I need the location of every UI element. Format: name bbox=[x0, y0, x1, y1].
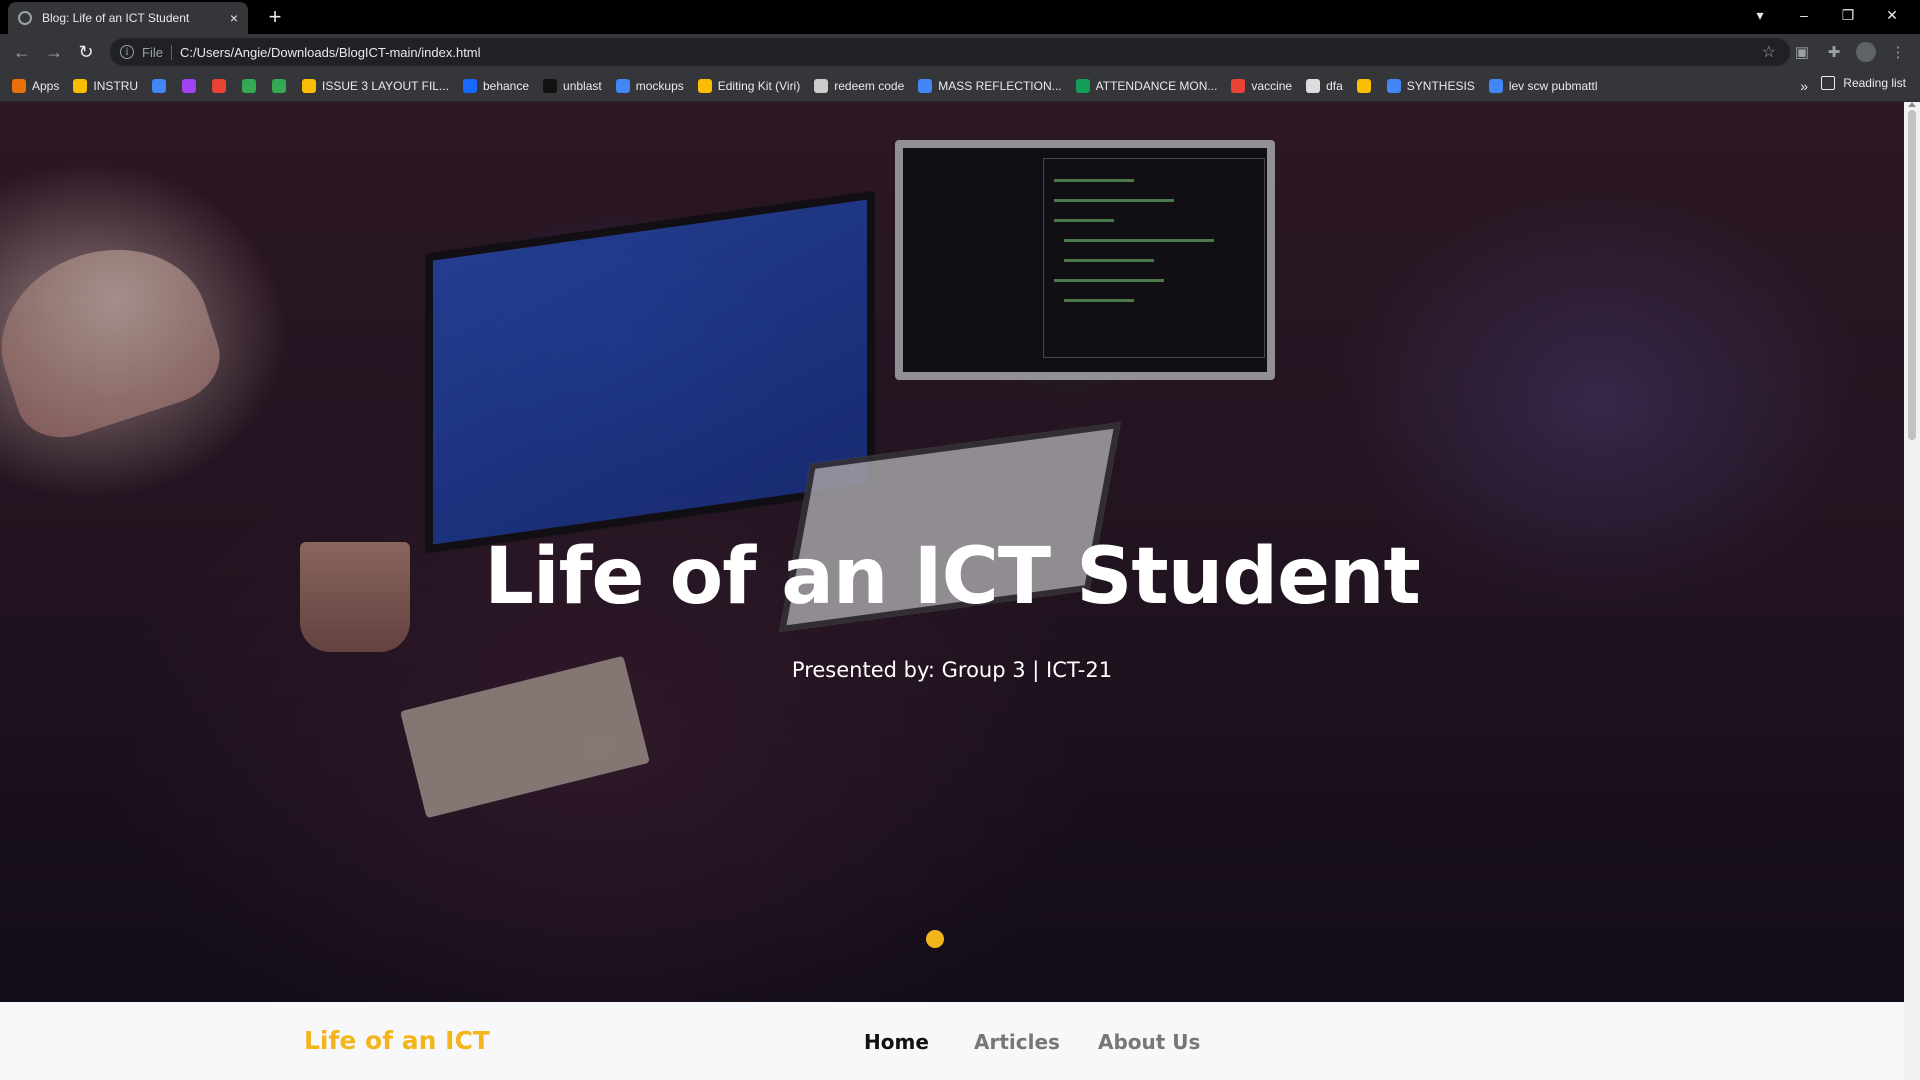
site-brand[interactable]: Life of an ICT bbox=[304, 1026, 490, 1055]
nav-about-us[interactable]: About Us bbox=[1098, 1030, 1200, 1054]
reading-list-button[interactable]: Reading list bbox=[1821, 76, 1906, 90]
close-tab-icon[interactable]: × bbox=[230, 10, 238, 26]
forward-button[interactable]: → bbox=[42, 40, 66, 64]
bookmark-favicon-icon bbox=[182, 78, 197, 93]
back-button[interactable]: ← bbox=[10, 40, 34, 64]
bookmark-label: mockups bbox=[635, 78, 684, 93]
bookmark-favicon-icon bbox=[12, 78, 26, 93]
bookmark-item[interactable] bbox=[242, 78, 262, 93]
bookmark-item[interactable]: dfa bbox=[1306, 78, 1343, 93]
bookmark-favicon-icon bbox=[1386, 78, 1401, 93]
url-text[interactable]: C:/Users/Angie/Downloads/BlogICT-main/in… bbox=[180, 45, 481, 60]
extension-icon[interactable]: ▣ bbox=[1792, 42, 1812, 62]
bookmark-item[interactable] bbox=[212, 78, 232, 93]
scrollbar-thumb[interactable] bbox=[1908, 110, 1916, 440]
hero-section: Life of an ICT Student Presented by: Gro… bbox=[0, 102, 1904, 1002]
bookmark-item[interactable] bbox=[1356, 78, 1377, 93]
bookmark-label: redeem code bbox=[834, 78, 905, 93]
bookmark-item[interactable]: mockups bbox=[615, 78, 684, 93]
bookmark-favicon-icon bbox=[1075, 78, 1090, 93]
close-window-button[interactable]: ✕ bbox=[1870, 0, 1914, 30]
bookmark-label: lev scw pubmattl bbox=[1508, 78, 1598, 93]
bookmark-favicon-icon bbox=[918, 78, 933, 93]
bookmark-favicon-icon bbox=[302, 78, 317, 93]
hero-title: Life of an ICT Student bbox=[484, 532, 1421, 622]
bookmark-favicon-icon bbox=[272, 78, 287, 93]
scheme-label: File bbox=[142, 44, 172, 60]
bookmark-label: behance bbox=[482, 78, 530, 93]
bookmark-favicon-icon bbox=[1356, 78, 1371, 93]
bookmark-favicon-icon bbox=[1231, 78, 1246, 93]
reading-list-label: Reading list bbox=[1843, 76, 1906, 90]
bookmark-favicon-icon bbox=[242, 78, 257, 93]
bookmark-label: Apps bbox=[32, 78, 60, 93]
bookmark-item[interactable] bbox=[182, 78, 202, 93]
bookmark-favicon-icon bbox=[73, 78, 88, 93]
bookmark-favicon-icon bbox=[1306, 78, 1321, 93]
hero-subtitle: Presented by: Group 3 | ICT-21 bbox=[791, 658, 1113, 682]
bookmark-item[interactable]: redeem code bbox=[814, 78, 905, 93]
address-bar[interactable]: i File C:/Users/Angie/Downloads/BlogICT-… bbox=[110, 38, 1790, 66]
scroll-up-icon[interactable] bbox=[1908, 102, 1916, 107]
bookmark-label: ATTENDANCE MON... bbox=[1095, 78, 1218, 93]
info-icon[interactable]: i bbox=[120, 45, 134, 59]
bookmark-favicon-icon bbox=[697, 78, 712, 93]
bookmark-favicon-icon bbox=[462, 78, 477, 93]
bookmark-label: MASS REFLECTION... bbox=[938, 78, 1062, 93]
minimize-button[interactable]: – bbox=[1782, 0, 1826, 30]
browser-chrome: Blog: Life of an ICT Student × + ▾ – ❐ ✕… bbox=[0, 0, 1920, 102]
nav-articles[interactable]: Articles bbox=[974, 1030, 1060, 1054]
bookmark-item[interactable]: ISSUE 3 LAYOUT FIL... bbox=[302, 78, 449, 93]
new-tab-button[interactable]: + bbox=[262, 4, 288, 30]
globe-icon bbox=[18, 11, 32, 25]
page-viewport: Life of an ICT Student Presented by: Gro… bbox=[0, 102, 1904, 1080]
bookmark-item[interactable] bbox=[152, 78, 172, 93]
bookmark-favicon-icon bbox=[615, 78, 630, 93]
reading-list-icon bbox=[1821, 76, 1836, 90]
bookmark-favicon-icon bbox=[814, 78, 829, 93]
profile-dropdown-icon[interactable]: ▾ bbox=[1738, 0, 1782, 30]
bookmark-item[interactable]: INSTRU bbox=[73, 78, 139, 93]
browser-tab[interactable]: Blog: Life of an ICT Student × bbox=[8, 2, 248, 34]
tab-title: Blog: Life of an ICT Student bbox=[42, 11, 190, 25]
bookmark-item[interactable]: unblast bbox=[543, 78, 602, 93]
bookmark-item[interactable]: Editing Kit (Viri) bbox=[697, 78, 801, 93]
bookmarks-more-button[interactable]: » bbox=[1800, 78, 1808, 94]
bookmark-label: INSTRU bbox=[93, 78, 139, 93]
bookmark-item[interactable]: SYNTHESIS bbox=[1386, 78, 1475, 93]
bookmark-label: vaccine bbox=[1251, 78, 1293, 93]
menu-icon[interactable]: ⋮ bbox=[1888, 42, 1908, 62]
bookmark-label: ISSUE 3 LAYOUT FIL... bbox=[322, 78, 449, 93]
bookmarks-bar: Apps INSTRU ISSUE 3 LAYOUT FIL... behance un… bbox=[0, 70, 1920, 102]
bookmark-favicon-icon bbox=[543, 78, 558, 93]
page-scrollbar[interactable] bbox=[1904, 102, 1920, 1080]
tab-strip: Blog: Life of an ICT Student × + ▾ – ❐ ✕ bbox=[0, 0, 1920, 34]
reload-button[interactable]: ↻ bbox=[74, 40, 98, 64]
bookmark-label: Editing Kit (Viri) bbox=[717, 78, 801, 93]
avatar[interactable] bbox=[1856, 42, 1876, 62]
bookmark-favicon-icon bbox=[152, 78, 167, 93]
bookmark-item[interactable]: ATTENDANCE MON... bbox=[1075, 78, 1218, 93]
bookmark-item[interactable]: vaccine bbox=[1231, 78, 1293, 93]
bookmark-star-icon[interactable]: ☆ bbox=[1762, 42, 1776, 62]
bookmark-item[interactable] bbox=[272, 78, 292, 93]
bookmark-favicon-icon bbox=[1488, 78, 1503, 93]
bookmark-label: SYNTHESIS bbox=[1406, 78, 1475, 93]
bookmark-item[interactable]: Apps bbox=[12, 78, 60, 93]
nav-home[interactable]: Home bbox=[864, 1030, 929, 1054]
bookmark-item[interactable]: behance bbox=[462, 78, 530, 93]
restore-button[interactable]: ❐ bbox=[1826, 0, 1870, 30]
bookmark-label: unblast bbox=[563, 78, 602, 93]
bookmark-item[interactable]: MASS REFLECTION... bbox=[918, 78, 1062, 93]
site-navbar: Life of an ICT Home Articles About Us bbox=[0, 1002, 1904, 1080]
bookmark-label: dfa bbox=[1326, 78, 1343, 93]
bookmark-favicon-icon bbox=[212, 78, 227, 93]
browser-toolbar: ← → ↻ i File C:/Users/Angie/Downloads/Bl… bbox=[0, 34, 1920, 70]
puzzle-icon[interactable]: ✚ bbox=[1824, 42, 1844, 62]
bookmark-item[interactable]: lev scw pubmattl bbox=[1488, 78, 1598, 93]
active-indicator-dot bbox=[926, 930, 944, 948]
